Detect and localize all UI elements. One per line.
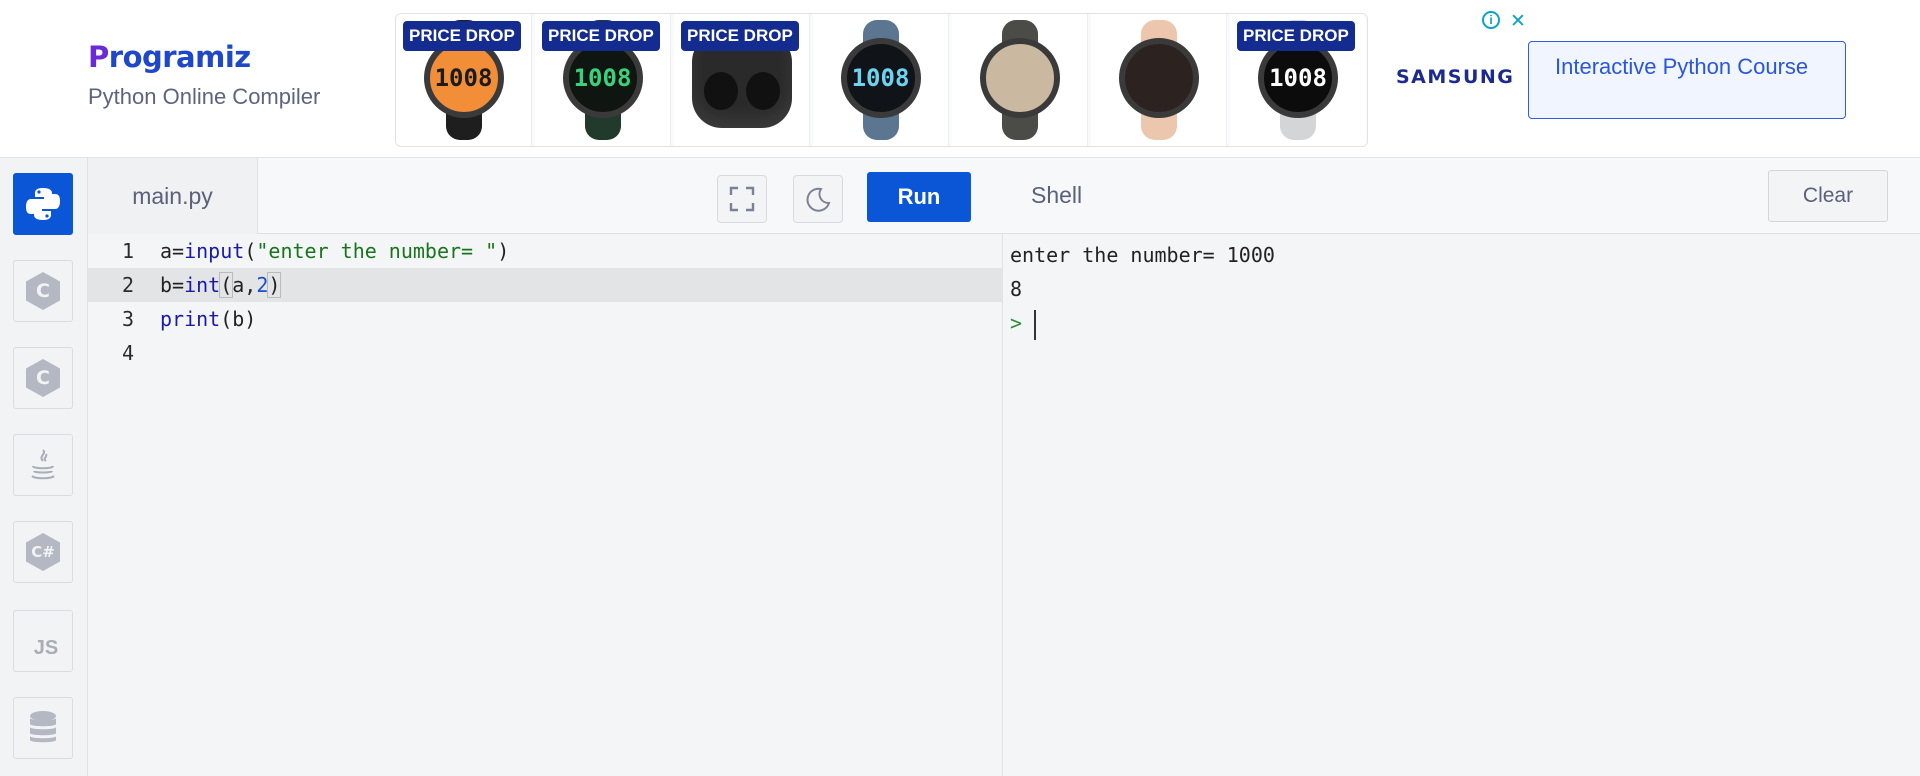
ad-product-strip[interactable]: PRICE DROP 10 08 PRICE DROP 10 08 PRICE DROP 10… <box>395 13 1368 147</box>
javascript-icon: JS <box>33 636 59 659</box>
watch-hour: 10 <box>434 64 464 92</box>
ad-product-tile[interactable] <box>952 14 1088 146</box>
run-button[interactable]: Run <box>867 172 971 222</box>
moon-icon <box>806 187 831 212</box>
lang-csharp-button[interactable]: C# <box>13 521 73 583</box>
text-cursor <box>1034 309 1037 340</box>
watch-minute: 08 <box>463 64 493 92</box>
shell-output[interactable]: enter the number= 1000 8 > <box>1010 238 1275 340</box>
file-tab-main[interactable]: main.py <box>88 158 258 234</box>
code-line-active[interactable]: 2 b=int(a,2) <box>88 268 1003 302</box>
price-drop-badge: PRICE DROP <box>1237 21 1355 51</box>
ad-product-tile[interactable]: PRICE DROP 10 08 <box>1230 14 1366 146</box>
programiz-logo[interactable]: Programiz <box>88 40 320 74</box>
java-icon <box>31 449 55 480</box>
lang-java-button[interactable] <box>13 434 73 496</box>
lang-c-button[interactable]: C <box>13 260 73 322</box>
info-icon[interactable]: i <box>1482 11 1500 29</box>
code-line[interactable]: 1 a=input("enter the number= ") <box>88 234 1003 268</box>
samsung-logo[interactable]: SAMSUNG <box>1396 66 1514 88</box>
watch-hour: 10 <box>573 64 603 92</box>
shell-prompt: > <box>1010 311 1023 335</box>
ad-cta-button[interactable]: Interactive Python Course <box>1528 41 1846 119</box>
line-number: 2 <box>121 273 134 297</box>
price-drop-badge: PRICE DROP <box>542 21 660 51</box>
price-drop-badge: PRICE DROP <box>681 21 799 51</box>
shell-input-line[interactable]: > <box>1010 306 1275 340</box>
line-number: 4 <box>121 341 134 365</box>
watch-minute: 08 <box>880 64 910 92</box>
theme-toggle-button[interactable] <box>793 175 843 223</box>
lang-python-button[interactable] <box>13 173 73 235</box>
brand[interactable]: Programiz Python Online Compiler <box>88 40 320 110</box>
ad-product-tile[interactable]: 10 08 <box>813 14 949 146</box>
database-icon <box>30 711 56 743</box>
code-area[interactable]: 1 a=input("enter the number= ") 2 b=int(… <box>88 234 1003 370</box>
code-line[interactable]: 3 print(b) <box>88 302 1003 336</box>
smartwatch-image <box>1113 19 1205 141</box>
shell-title: Shell <box>1031 182 1083 208</box>
language-sidebar: C C C# JS <box>0 158 88 776</box>
shell-output-line: 8 <box>1010 277 1023 301</box>
watch-hour: 10 <box>851 64 881 92</box>
python-icon <box>26 188 60 220</box>
lang-cpp-button[interactable]: C <box>13 347 73 409</box>
page-title: Python Online Compiler <box>88 84 321 109</box>
csharp-icon: C# <box>26 533 60 571</box>
ad-product-tile[interactable]: PRICE DROP 10 08 <box>535 14 671 146</box>
shell-toolbar: Shell Clear <box>1003 158 1920 234</box>
lang-javascript-button[interactable]: JS <box>13 610 73 672</box>
line-number: 1 <box>121 239 134 263</box>
ad-product-tile[interactable] <box>1091 14 1227 146</box>
cpp-icon: C <box>26 359 60 397</box>
code-line[interactable]: 4 <box>88 336 1003 370</box>
fullscreen-button[interactable] <box>717 175 767 223</box>
ad-controls: i ✕ <box>1482 11 1528 32</box>
smartwatch-image: 10 08 <box>835 19 927 141</box>
shell-output-line: enter the number= 1000 <box>1010 243 1275 267</box>
watch-minute: 08 <box>602 64 632 92</box>
lang-sql-button[interactable] <box>13 697 73 759</box>
fullscreen-icon <box>729 186 755 212</box>
close-icon[interactable]: ✕ <box>1508 11 1528 32</box>
c-icon: C <box>26 272 60 310</box>
ad-product-tile[interactable]: PRICE DROP 10 08 <box>396 14 532 146</box>
top-header: Programiz Python Online Compiler PRICE D… <box>0 0 1920 158</box>
watch-hour: 10 <box>1269 64 1298 92</box>
watch-minute: 08 <box>1298 64 1327 92</box>
shell-pane: Shell Clear enter the number= 1000 8 > <box>1003 158 1920 776</box>
editor-toolbar: main.py Run <box>88 158 1003 234</box>
ad-product-tile[interactable]: PRICE DROP <box>674 14 810 146</box>
line-number: 3 <box>121 307 134 331</box>
code-editor-pane: main.py Run 1 a=input("enter the number=… <box>88 158 1003 776</box>
clear-button[interactable]: Clear <box>1768 170 1888 222</box>
price-drop-badge: PRICE DROP <box>403 21 521 51</box>
smartwatch-image <box>974 19 1066 141</box>
